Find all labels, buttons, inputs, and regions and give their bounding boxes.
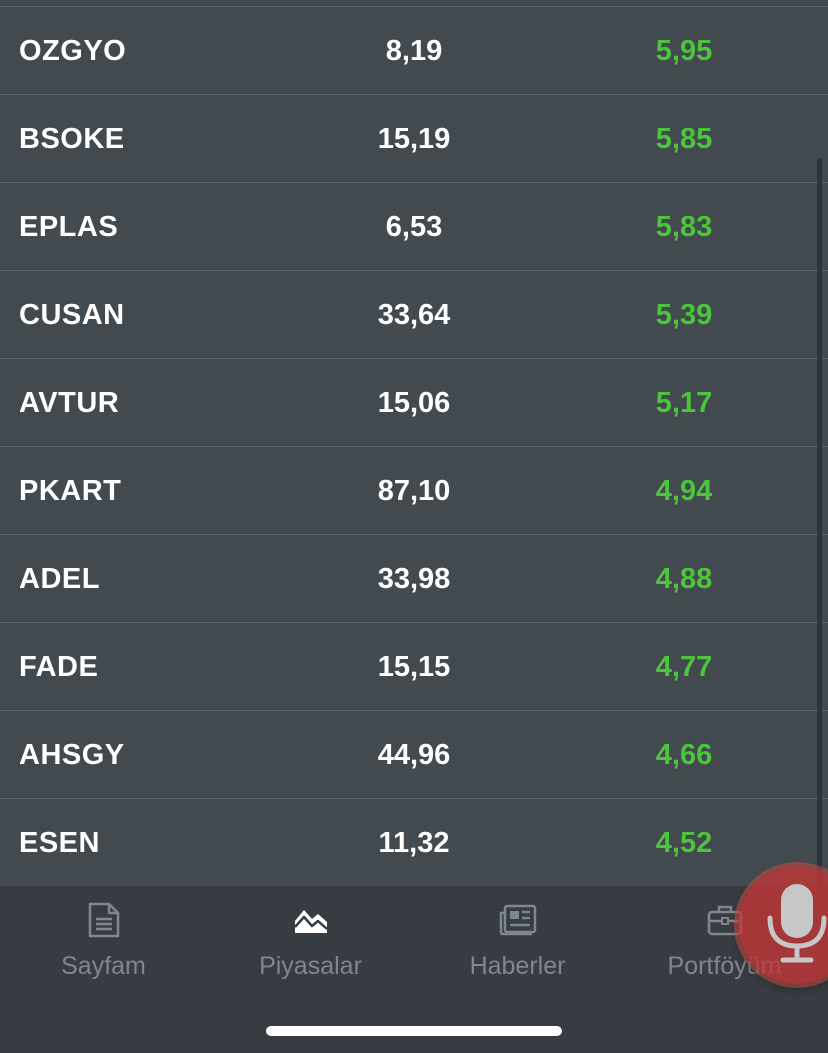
stock-change-percent: 4,94 [655,475,713,507]
stock-row[interactable]: EPLAS 6,53 5,83 [0,183,828,271]
tab-label: Sayfam [61,952,146,980]
stock-symbol: AHSGY [19,739,125,771]
tab-piyasalar[interactable]: Piyasalar [207,886,414,986]
tab-sayfam[interactable]: Sayfam [0,886,207,986]
stock-price: 8,19 [385,35,443,67]
market-chart-icon [207,900,414,940]
stock-change-percent: 4,66 [655,739,713,771]
stock-price: 6,53 [385,211,443,243]
stock-symbol: BSOKE [19,123,125,155]
stock-price: 44,96 [377,739,451,771]
tab-label: Haberler [469,952,566,980]
home-indicator[interactable] [266,1026,562,1036]
document-icon [0,900,207,940]
stock-row[interactable]: FADE 15,15 4,77 [0,623,828,711]
microphone-icon [767,884,827,963]
stock-price: 15,19 [377,123,451,155]
stock-change-percent: 4,77 [655,651,713,683]
stock-symbol: AVTUR [19,387,120,419]
stock-price: 87,10 [377,475,451,507]
stock-price: 15,06 [377,387,451,419]
stock-symbol: PKART [19,475,122,507]
stock-change-percent: 5,95 [655,35,713,67]
newspaper-icon [414,900,621,940]
stock-symbol: ESEN [19,827,100,859]
stock-row[interactable]: ESEN 11,32 4,52 [0,799,828,886]
stock-row[interactable]: AHSGY 44,96 4,66 [0,711,828,799]
stock-price: 33,98 [377,563,451,595]
tab-haberler[interactable]: Haberler [414,886,621,986]
stock-row[interactable]: ADEL 33,98 4,88 [0,535,828,623]
stock-list[interactable]: OZGYO 8,19 5,95 BSOKE 15,19 5,85 EPLAS 6… [0,0,828,886]
stock-row[interactable]: PKART 87,10 4,94 [0,447,828,535]
stock-change-percent: 5,39 [655,299,713,331]
stock-change-percent: 5,85 [655,123,713,155]
scrollbar[interactable] [817,158,822,886]
stock-row[interactable]: AVTUR 15,06 5,17 [0,359,828,447]
stock-symbol: EPLAS [19,211,119,243]
stock-row[interactable]: BSOKE 15,19 5,85 [0,95,828,183]
stock-change-percent: 4,52 [655,827,713,859]
stock-row[interactable]: CUSAN 33,64 5,39 [0,271,828,359]
stock-change-percent: 4,88 [655,563,713,595]
stock-change-percent: 5,17 [655,387,713,419]
stock-row[interactable]: OZGYO 8,19 5,95 [0,7,828,95]
stock-symbol: ADEL [19,563,100,595]
tab-label: Piyasalar [259,952,362,980]
stock-price: 15,15 [377,651,451,683]
stock-symbol: FADE [19,651,99,683]
stock-symbol: OZGYO [19,35,127,67]
stock-symbol: CUSAN [19,299,125,331]
stock-price: 11,32 [378,827,450,859]
stock-price: 33,64 [377,299,451,331]
stock-change-percent: 5,83 [655,211,713,243]
